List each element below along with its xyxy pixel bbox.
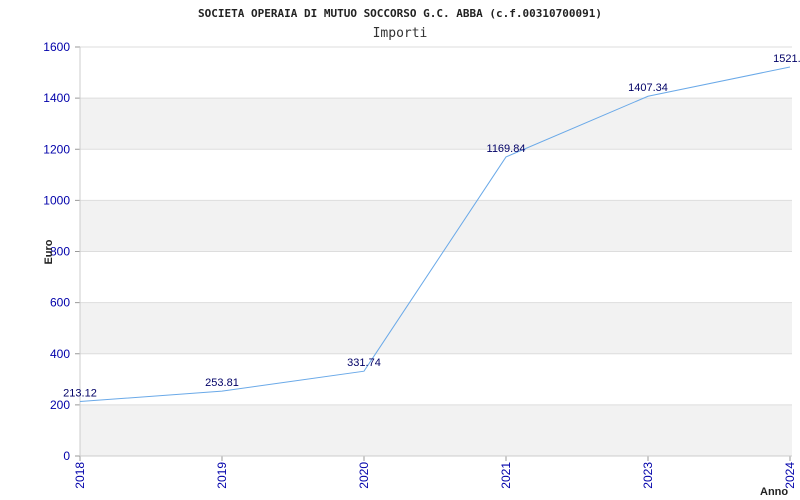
x-tick-label: 2019 bbox=[215, 462, 229, 489]
x-tick-label: 2023 bbox=[641, 462, 655, 489]
x-axis-label: Anno bbox=[760, 486, 788, 498]
y-tick-label: 600 bbox=[50, 296, 70, 310]
data-label: 331.74 bbox=[347, 357, 381, 369]
background-band bbox=[80, 404, 792, 456]
chart-title: SOCIETA OPERAIA DI MUTUO SOCCORSO G.C. A… bbox=[198, 7, 602, 20]
line-chart: 02004006008001000120014001600 2018 2019 20… bbox=[43, 7, 800, 498]
y-axis-label: Euro bbox=[43, 239, 55, 264]
data-label: 1169.84 bbox=[487, 143, 526, 155]
y-tick-label: 1200 bbox=[43, 142, 70, 156]
x-tick-label: 2018 bbox=[73, 462, 87, 489]
y-tick-label: 400 bbox=[50, 347, 70, 361]
x-tick-labels: 2018 2019 2020 2021 2023 2024 bbox=[73, 462, 797, 489]
data-label: 253.81 bbox=[205, 377, 239, 389]
y-tick-label: 0 bbox=[63, 449, 70, 463]
y-tick-label: 200 bbox=[50, 398, 70, 412]
y-tick-label: 1600 bbox=[43, 40, 70, 54]
data-label: 213.12 bbox=[63, 388, 97, 400]
background-band bbox=[80, 98, 792, 150]
background-bands bbox=[80, 98, 792, 456]
y-tick-label: 1000 bbox=[43, 193, 70, 207]
data-label: 1521.8 bbox=[773, 53, 800, 65]
x-tick-label: 2024 bbox=[783, 462, 797, 489]
x-tick-label: 2021 bbox=[499, 462, 513, 489]
chart-subtitle: Importi bbox=[373, 26, 428, 41]
background-band bbox=[80, 302, 792, 354]
data-label: 1407.34 bbox=[628, 82, 668, 94]
x-tick-label: 2020 bbox=[357, 462, 371, 489]
background-band bbox=[80, 200, 792, 252]
y-tick-label: 1400 bbox=[43, 91, 70, 105]
